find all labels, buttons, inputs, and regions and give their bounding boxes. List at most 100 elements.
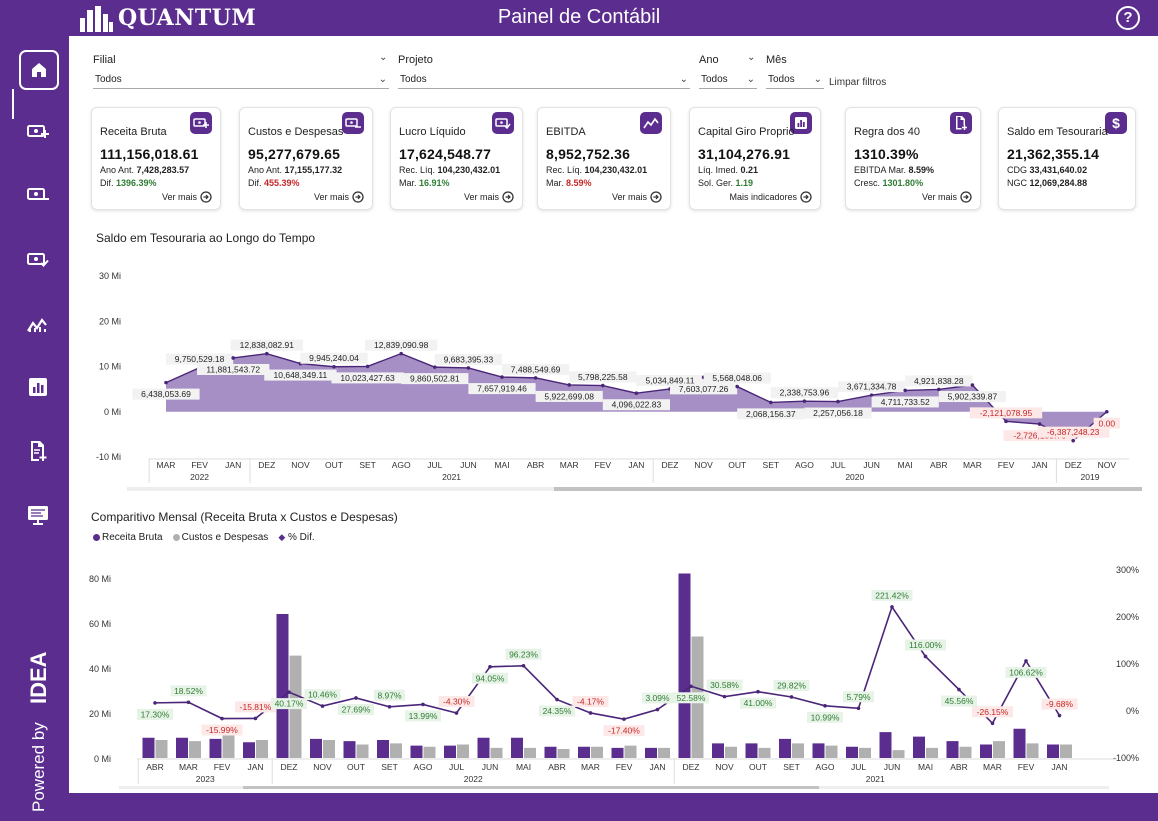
- bar-receita[interactable]: [745, 743, 758, 758]
- bar-custos[interactable]: [356, 744, 369, 759]
- bar-custos[interactable]: [892, 750, 905, 758]
- sidebar-item-monitor[interactable]: [20, 497, 56, 533]
- bar-receita[interactable]: [712, 743, 724, 758]
- dif-point[interactable]: [588, 711, 593, 715]
- bar-custos[interactable]: [1026, 743, 1039, 758]
- dif-point[interactable]: [153, 701, 157, 705]
- dif-point[interactable]: [220, 716, 224, 721]
- bar-receita[interactable]: [310, 738, 322, 758]
- bar-receita[interactable]: [343, 741, 356, 758]
- bar-custos[interactable]: [256, 740, 268, 758]
- dif-point[interactable]: [689, 684, 693, 689]
- sidebar-item-ebitda[interactable]: [20, 306, 56, 342]
- bar-custos[interactable]: [926, 747, 938, 758]
- dif-point[interactable]: [622, 717, 626, 721]
- bar-receita[interactable]: [812, 743, 825, 758]
- bar-receita[interactable]: [544, 746, 557, 758]
- dif-point[interactable]: [186, 700, 191, 705]
- bar-receita[interactable]: [913, 736, 925, 758]
- bar-custos[interactable]: [423, 746, 436, 758]
- bar-receita[interactable]: [1013, 728, 1026, 758]
- bar-custos[interactable]: [457, 744, 469, 759]
- dif-point[interactable]: [856, 706, 861, 711]
- data-point[interactable]: [533, 376, 538, 380]
- bar-receita[interactable]: [578, 746, 590, 758]
- bar-custos[interactable]: [725, 746, 737, 758]
- data-point[interactable]: [869, 393, 874, 397]
- bar-receita[interactable]: [645, 747, 657, 758]
- data-point[interactable]: [567, 383, 571, 387]
- sidebar-item-regra[interactable]: [20, 433, 56, 469]
- bar-receita[interactable]: [980, 744, 992, 759]
- bar-receita[interactable]: [477, 737, 490, 758]
- kpi-more-link[interactable]: Ver mais: [612, 191, 662, 203]
- data-point[interactable]: [601, 383, 605, 388]
- dif-point[interactable]: [287, 690, 291, 694]
- data-point[interactable]: [735, 384, 739, 389]
- kpi-more-link[interactable]: Ver mais: [464, 191, 514, 203]
- data-point[interactable]: [231, 356, 235, 360]
- dif-point[interactable]: [454, 711, 459, 715]
- bar-custos[interactable]: [557, 749, 570, 758]
- dif-point[interactable]: [756, 689, 760, 694]
- bar-custos[interactable]: [189, 741, 201, 758]
- dif-point[interactable]: [421, 702, 425, 707]
- data-point[interactable]: [433, 365, 437, 369]
- bar-receita[interactable]: [611, 747, 624, 758]
- dif-point[interactable]: [890, 605, 894, 609]
- filter-mes-select[interactable]: Todos ⌄: [766, 71, 824, 89]
- bar-custos[interactable]: [490, 747, 503, 758]
- dif-point[interactable]: [521, 663, 526, 668]
- data-point[interactable]: [399, 351, 404, 356]
- bar-custos[interactable]: [624, 745, 637, 758]
- bar-receita[interactable]: [879, 732, 892, 758]
- data-point[interactable]: [500, 375, 504, 379]
- bar-custos[interactable]: [825, 745, 838, 758]
- data-point[interactable]: [1105, 409, 1109, 414]
- bar-custos[interactable]: [658, 747, 670, 758]
- sidebar-item-receita[interactable]: [20, 113, 56, 149]
- bar-custos[interactable]: [993, 741, 1005, 758]
- bar-receita[interactable]: [377, 740, 389, 758]
- bar-receita[interactable]: [511, 737, 523, 758]
- dif-point[interactable]: [320, 704, 325, 708]
- kpi-more-link[interactable]: Mais indicadores: [729, 191, 812, 203]
- sidebar-item-custos[interactable]: [20, 176, 56, 212]
- bar-custos[interactable]: [323, 740, 335, 758]
- bar-receita[interactable]: [209, 738, 222, 758]
- sidebar-item-lucro[interactable]: [20, 241, 56, 277]
- dif-point[interactable]: [488, 664, 492, 669]
- bar-receita[interactable]: [846, 746, 858, 758]
- bar-custos[interactable]: [959, 746, 972, 758]
- bar-custos[interactable]: [792, 743, 804, 758]
- data-point[interactable]: [1004, 419, 1008, 424]
- data-point[interactable]: [332, 364, 336, 369]
- dif-point[interactable]: [253, 716, 258, 721]
- data-point[interactable]: [634, 391, 639, 396]
- bar-custos[interactable]: [524, 747, 536, 758]
- scrollbar[interactable]: [243, 786, 819, 789]
- dif-point[interactable]: [722, 694, 727, 699]
- data-point[interactable]: [265, 351, 269, 356]
- dif-point[interactable]: [990, 721, 995, 726]
- data-point[interactable]: [769, 400, 773, 405]
- filter-filial-select[interactable]: Todos ⌄: [93, 71, 389, 89]
- dif-point[interactable]: [823, 704, 827, 708]
- data-point[interactable]: [937, 387, 941, 392]
- dif-point[interactable]: [923, 654, 928, 659]
- legend-item-custos[interactable]: Custos e Despesas: [172, 532, 268, 543]
- bar-receita[interactable]: [142, 737, 155, 758]
- legend-item-receita[interactable]: Receita Bruta: [93, 532, 163, 543]
- filter-projeto-select[interactable]: Todos ⌄: [398, 71, 690, 89]
- bar-custos[interactable]: [591, 746, 603, 758]
- legend-item-dif[interactable]: ◆ % Dif.: [278, 532, 314, 543]
- bar-custos[interactable]: [859, 747, 871, 758]
- bar-receita[interactable]: [243, 742, 255, 758]
- chevron-down-icon[interactable]: ⌄: [747, 52, 1156, 63]
- kpi-more-link[interactable]: Ver mais: [314, 191, 364, 203]
- data-point[interactable]: [466, 366, 471, 370]
- bar-receita[interactable]: [410, 745, 423, 758]
- data-point[interactable]: [836, 399, 840, 404]
- bar-receita[interactable]: [678, 573, 691, 759]
- filter-ano-select[interactable]: Todos ⌄: [699, 71, 757, 89]
